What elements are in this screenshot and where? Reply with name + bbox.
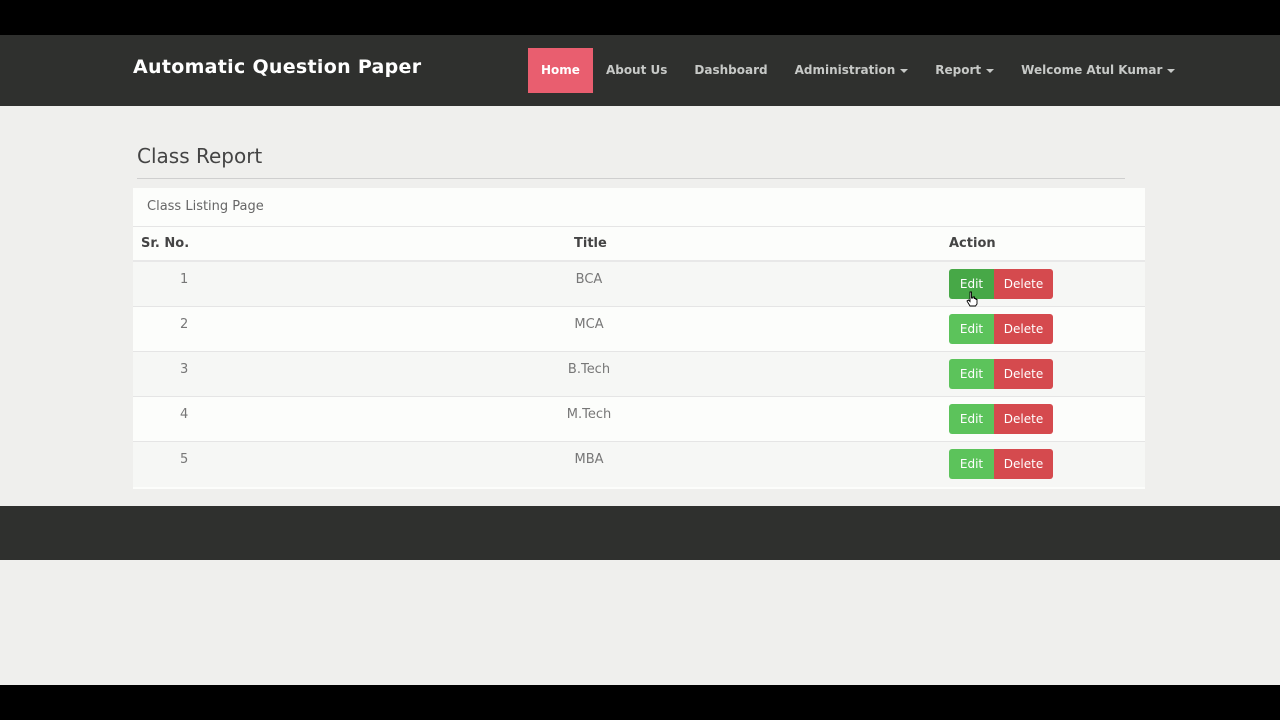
panel-heading: Class Listing Page xyxy=(133,188,1145,227)
class-listing-panel: Class Listing Page Sr. No. Title Action … xyxy=(133,188,1145,489)
nav-administration[interactable]: Administration xyxy=(795,48,909,93)
edit-button[interactable]: Edit xyxy=(949,449,994,479)
nav-about[interactable]: About Us xyxy=(606,48,667,93)
nav-home[interactable]: Home xyxy=(528,48,593,93)
table-row: 2 MCA Edit Delete xyxy=(133,307,1145,352)
nav-welcome-user[interactable]: Welcome Atul Kumar xyxy=(1021,48,1176,93)
nav-report[interactable]: Report xyxy=(935,48,995,93)
edit-button[interactable]: Edit xyxy=(949,404,994,434)
caret-down-icon xyxy=(1167,68,1176,73)
page: Automatic Question Paper Home About Us D… xyxy=(0,35,1280,685)
row-sr-no: 2 xyxy=(180,317,189,332)
row-actions: Edit Delete xyxy=(949,449,1053,479)
delete-button[interactable]: Delete xyxy=(994,404,1053,434)
navbar: Automatic Question Paper Home About Us D… xyxy=(0,35,1280,106)
table-row: 5 MBA Edit Delete xyxy=(133,442,1145,487)
nav-about-label: About Us xyxy=(605,63,668,77)
delete-button[interactable]: Delete xyxy=(994,359,1053,389)
header-sr-no: Sr. No. xyxy=(141,236,190,251)
row-actions: Edit Delete xyxy=(949,269,1053,299)
row-actions: Edit Delete xyxy=(949,359,1053,389)
nav-dashboard-label: Dashboard xyxy=(694,63,768,77)
footer xyxy=(0,506,1280,560)
nav-home-label: Home xyxy=(541,63,580,77)
row-sr-no: 3 xyxy=(180,362,189,377)
table-header: Sr. No. Title Action xyxy=(133,227,1145,262)
edit-button[interactable]: Edit xyxy=(949,314,994,344)
delete-button[interactable]: Delete xyxy=(994,314,1053,344)
header-title: Title xyxy=(574,236,607,251)
row-sr-no: 4 xyxy=(180,407,189,422)
panel-heading-text: Class Listing Page xyxy=(147,199,264,214)
page-title: Class Report xyxy=(137,144,263,168)
caret-down-icon xyxy=(900,68,909,73)
table-row: 3 B.Tech Edit Delete xyxy=(133,352,1145,397)
caret-down-icon xyxy=(986,68,995,73)
title-divider xyxy=(137,178,1125,179)
hand-cursor-icon xyxy=(966,291,978,307)
delete-button[interactable]: Delete xyxy=(994,449,1053,479)
row-sr-no: 5 xyxy=(180,452,189,467)
row-title: M.Tech xyxy=(566,407,612,422)
nav-administration-label: Administration xyxy=(794,63,896,77)
nav-dashboard[interactable]: Dashboard xyxy=(694,48,767,93)
header-action: Action xyxy=(949,236,996,251)
row-title: MBA xyxy=(574,452,604,467)
letterbox-bottom xyxy=(0,685,1280,720)
row-title: B.Tech xyxy=(567,362,611,377)
nav-menu: Home About Us Dashboard Administration R… xyxy=(528,48,1176,93)
letterbox-top xyxy=(0,0,1280,35)
table-row: 4 M.Tech Edit Delete xyxy=(133,397,1145,442)
row-title: BCA xyxy=(575,272,603,287)
row-sr-no: 1 xyxy=(180,272,189,287)
row-title: MCA xyxy=(574,317,604,332)
row-actions: Edit Delete xyxy=(949,404,1053,434)
brand-title[interactable]: Automatic Question Paper xyxy=(133,56,421,78)
row-actions: Edit Delete xyxy=(949,314,1053,344)
nav-welcome-label: Welcome Atul Kumar xyxy=(1021,63,1163,77)
edit-button[interactable]: Edit xyxy=(949,359,994,389)
nav-report-label: Report xyxy=(935,63,982,77)
delete-button[interactable]: Delete xyxy=(994,269,1053,299)
table-row: 1 BCA Edit Delete xyxy=(133,262,1145,307)
